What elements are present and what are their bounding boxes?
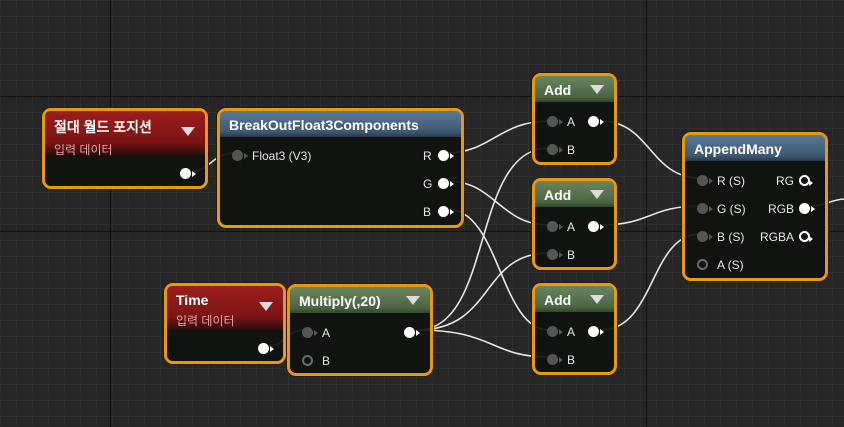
input-pin-b[interactable] [697,231,713,242]
output-label-rgba: RGBA [760,230,795,244]
node-title: 절대 월드 포지션 [54,119,152,135]
output-pin[interactable] [258,343,274,354]
float3-input-label: Float3 (V3) [252,149,312,163]
input-label-g: G (S) [717,202,746,216]
node-header[interactable]: 절대 월드 포지션 입력 데이터 [45,111,205,157]
input-label-b: B [567,353,576,367]
time-node[interactable]: Time 입력 데이터 [164,283,286,364]
node-subtitle: 입력 데이터 [54,143,113,157]
input-pin-a[interactable] [547,326,563,337]
node-header[interactable]: Multiply(,20) [290,287,430,313]
node-title: Add [544,187,572,203]
dropdown-caret-icon[interactable] [590,295,604,304]
input-label-b: B [567,248,576,262]
output-label-r: R [423,149,432,163]
breakout-float3-node[interactable]: BreakOutFloat3Components Float3 (V3) R G… [217,108,464,228]
wire-mul-to-add3-b [416,329,550,358]
grid-major-line-vertical [110,0,111,427]
input-label-a: A [322,326,331,340]
node-header[interactable]: AppendMany [685,135,825,161]
output-pin-rg[interactable] [799,175,813,186]
input-pin-b[interactable] [547,249,563,260]
float3-input-pin[interactable] [232,150,248,161]
node-header[interactable]: BreakOutFloat3Components [220,111,461,137]
output-label-rgb: RGB [768,202,795,216]
output-label-g: G [423,177,433,191]
output-pin[interactable] [588,326,604,337]
multiply-node[interactable]: Multiply(,20) A B [287,284,433,376]
input-label-b: B [322,354,331,368]
dropdown-caret-icon[interactable] [259,302,273,311]
input-label-b: B (S) [717,230,745,244]
add-node-1[interactable]: Add A B [532,73,617,165]
input-label-a: A [567,325,576,339]
grid-major-line-horizontal [0,96,844,97]
output-pin[interactable] [588,116,604,127]
node-title: Add [544,292,572,308]
input-label-b: B [567,143,576,157]
output-pin-g[interactable] [438,178,454,189]
node-header[interactable]: Time 입력 데이터 [167,286,283,330]
node-header[interactable]: Add [535,286,614,312]
input-pin-g[interactable] [697,203,713,214]
input-pin-b[interactable] [547,354,563,365]
input-pin-a[interactable] [547,221,563,232]
grid-major-line-vertical [646,0,647,427]
input-label-a: A [567,220,576,234]
dropdown-caret-icon[interactable] [406,296,420,305]
input-label-a: A [567,115,576,129]
output-label-b: B [423,205,432,219]
wire-mul-to-add2-b [416,252,550,331]
node-header[interactable]: Add [535,76,614,102]
node-header[interactable]: Add [535,181,614,207]
append-many-node[interactable]: AppendMany R (S) G (S) B (S) A (S) RG RG… [682,132,828,281]
node-title: Multiply(,20) [299,293,381,309]
input-pin-a[interactable] [547,116,563,127]
node-title: Add [544,82,572,98]
output-pin[interactable] [404,327,420,338]
absolute-world-position-node[interactable]: 절대 월드 포지션 입력 데이터 [42,108,208,189]
dropdown-caret-icon[interactable] [590,190,604,199]
node-subtitle: 입력 데이터 [176,314,235,328]
input-pin-a[interactable] [697,259,708,270]
output-pin[interactable] [180,168,196,179]
input-label-r: R (S) [717,174,745,188]
output-pin-r[interactable] [438,150,454,161]
node-title: BreakOutFloat3Components [229,117,419,133]
dropdown-caret-icon[interactable] [590,85,604,94]
input-pin-b[interactable] [547,144,563,155]
add-node-2[interactable]: Add A B [532,178,617,270]
node-title: AppendMany [694,141,782,157]
output-pin-rgba[interactable] [799,231,813,242]
input-pin-b[interactable] [302,355,313,366]
input-label-a: A (S) [717,258,744,272]
output-pin-rgb[interactable] [799,203,815,214]
add-node-3[interactable]: Add A B [532,283,617,375]
output-label-rg: RG [776,174,794,188]
input-pin-a[interactable] [302,327,318,338]
input-pin-r[interactable] [697,175,713,186]
dropdown-caret-icon[interactable] [181,127,195,136]
output-pin-b[interactable] [438,206,454,217]
output-pin[interactable] [588,221,604,232]
node-title: Time [176,292,209,308]
